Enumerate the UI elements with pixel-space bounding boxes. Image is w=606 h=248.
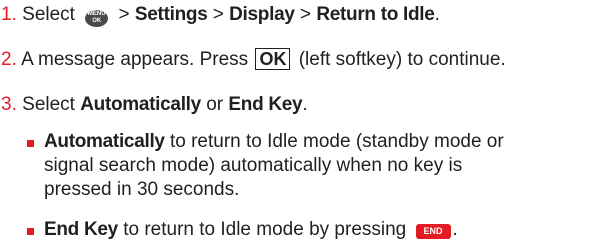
bullet-end-key: End Key to return to Idle mode by pressi… — [44, 218, 458, 242]
separator: > — [118, 4, 130, 25]
bullet-text-line: signal search mode) automatically when n… — [44, 155, 463, 176]
period: . — [452, 219, 458, 240]
bullet-marker — [27, 228, 34, 235]
step-text-continued: (left softkey) to continue. — [298, 49, 506, 70]
step-2: 2. A message appears. Press OK (left sof… — [1, 48, 506, 72]
step-text: A message appears. Press — [21, 49, 249, 70]
step-3: 3. Select Automatically or End Key. — [1, 93, 308, 117]
ok-key-icon: OK — [255, 48, 291, 70]
step-number: 1. — [1, 4, 17, 25]
menu-ok-key-icon: MENU OK — [85, 10, 109, 27]
bullet-label: End Key — [44, 219, 118, 240]
bullet-text-line: to return to Idle mode by pressing — [123, 219, 407, 240]
menu-path-settings: Settings — [134, 4, 208, 25]
bullet-marker — [27, 140, 34, 147]
bullet-text-line: to return to Idle mode (standby mode or — [169, 131, 504, 152]
separator: > — [212, 4, 224, 25]
step-number: 2. — [1, 49, 17, 70]
menu-path-display: Display — [229, 4, 295, 25]
bullet-label: Automatically — [44, 131, 165, 152]
option-automatically: Automatically — [80, 94, 201, 115]
menu-path-return-to-idle: Return to Idle — [316, 4, 435, 25]
end-key-icon: END — [415, 224, 451, 239]
step-text: Select — [22, 94, 75, 115]
option-end-key: End Key — [228, 94, 303, 115]
separator: > — [299, 4, 312, 25]
bullet-automatically: Automatically to return to Idle mode (st… — [44, 130, 504, 202]
bullet-text-line: pressed in 30 seconds. — [44, 179, 240, 200]
period: . — [434, 4, 440, 25]
conjunction: or — [206, 94, 224, 115]
step-text: Select — [22, 4, 75, 25]
period: . — [302, 94, 308, 115]
step-1: 1. Select MENU OK > Settings > Display > … — [1, 3, 440, 27]
step-number: 3. — [1, 94, 17, 115]
